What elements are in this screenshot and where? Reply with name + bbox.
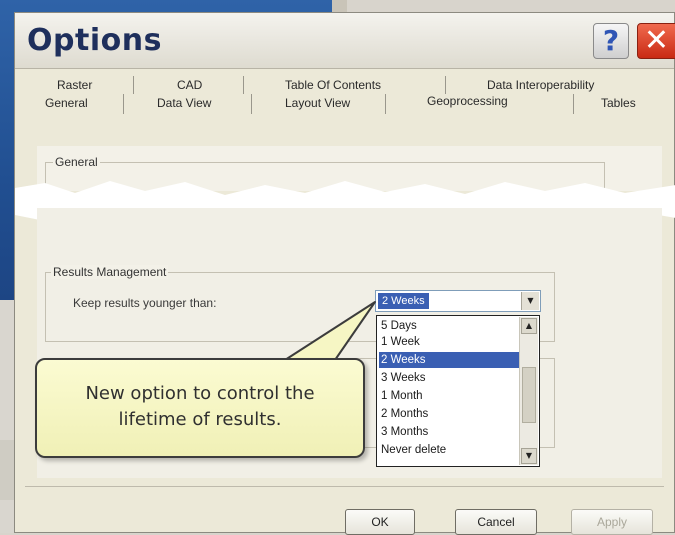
tab-table-of-contents[interactable]: Table Of Contents: [285, 78, 381, 92]
option-2-months[interactable]: 2 Months: [379, 406, 519, 422]
tab-tables[interactable]: Tables: [601, 96, 636, 110]
callout-line-2: lifetime of results.: [118, 409, 282, 430]
footer-divider: [25, 486, 664, 487]
results-lifetime-select[interactable]: 2 Weeks ▼: [375, 290, 541, 312]
options-dialog: Options ? ✕ Raster CAD Table Of Contents…: [14, 12, 675, 535]
callout-line-1: New option to control the: [85, 383, 315, 404]
close-button[interactable]: ✕: [637, 23, 675, 59]
scroll-up-icon[interactable]: ▲: [521, 318, 537, 334]
tab-layout-view[interactable]: Layout View: [285, 96, 350, 110]
tab-strip: Raster CAD Table Of Contents Data Intero…: [15, 68, 674, 148]
option-5-days[interactable]: 5 Days: [379, 318, 519, 334]
tab-data-view[interactable]: Data View: [157, 96, 211, 110]
title-bar[interactable]: Options ? ✕: [15, 13, 675, 69]
dialog-title: Options: [27, 23, 162, 58]
help-button[interactable]: ?: [593, 23, 629, 59]
results-management-label: Results Management: [51, 265, 169, 279]
tab-raster[interactable]: Raster: [57, 78, 92, 92]
option-3-months[interactable]: 3 Months: [379, 424, 519, 440]
scroll-down-icon[interactable]: ▼: [521, 448, 537, 464]
results-lifetime-selected-value: 2 Weeks: [378, 293, 429, 309]
tab-divider: [133, 76, 134, 94]
general-group-label: General: [53, 155, 100, 169]
keep-results-label: Keep results younger than:: [73, 296, 217, 310]
chevron-down-icon[interactable]: ▼: [521, 292, 539, 310]
tab-divider: [123, 94, 124, 114]
tab-divider: [385, 94, 386, 114]
results-lifetime-dropdown-list[interactable]: 5 Days 1 Week 2 Weeks 3 Weeks 1 Month 2 …: [376, 315, 540, 467]
apply-button[interactable]: Apply: [571, 509, 653, 535]
tab-data-interoperability[interactable]: Data Interoperability: [487, 78, 594, 92]
option-3-weeks[interactable]: 3 Weeks: [379, 370, 519, 386]
tab-cad[interactable]: CAD: [177, 78, 202, 92]
tab-divider: [251, 94, 252, 114]
tab-geoprocessing[interactable]: Geoprocessing: [427, 94, 508, 108]
option-never-delete[interactable]: Never delete: [379, 442, 519, 458]
callout-text: New option to control the lifetime of re…: [45, 381, 355, 433]
tab-divider: [573, 94, 574, 114]
ok-button[interactable]: OK: [345, 509, 415, 535]
option-1-month[interactable]: 1 Month: [379, 388, 519, 404]
cancel-button[interactable]: Cancel: [455, 509, 537, 535]
tab-divider: [243, 76, 244, 94]
option-2-weeks[interactable]: 2 Weeks: [379, 352, 519, 368]
tab-general[interactable]: General: [45, 96, 88, 110]
background-window-edge: [0, 440, 14, 500]
tab-divider: [445, 76, 446, 94]
scroll-thumb[interactable]: [522, 367, 536, 423]
option-1-week[interactable]: 1 Week: [379, 334, 519, 350]
dropdown-scrollbar[interactable]: ▲ ▼: [519, 317, 538, 465]
